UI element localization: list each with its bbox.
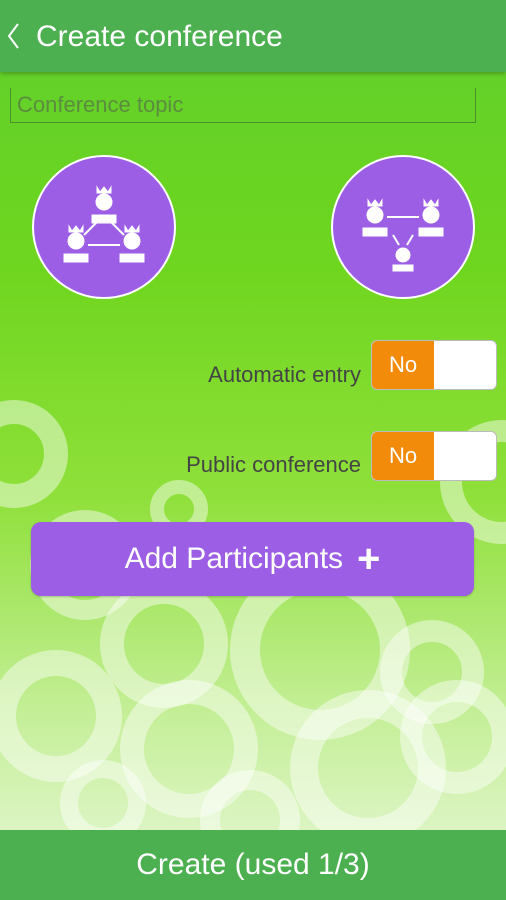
public-conference-toggle[interactable]: No: [371, 431, 497, 481]
group-conference-icon: [63, 185, 145, 263]
chevron-left-icon[interactable]: [6, 22, 20, 50]
top-bar: Create conference: [0, 0, 506, 72]
plus-icon: +: [357, 537, 381, 581]
create-button[interactable]: Create (used 1/3): [0, 830, 506, 900]
add-participants-label: Add Participants: [124, 542, 344, 575]
topic-field[interactable]: [10, 88, 487, 123]
page-title: Create conference: [36, 20, 283, 53]
broadcast-conference-button[interactable]: [331, 155, 475, 299]
topic-input[interactable]: [11, 88, 487, 122]
public-conference-value: No: [372, 432, 434, 480]
public-conference-label: Public conference: [186, 452, 361, 477]
create-label: Create (used 1/3): [136, 848, 370, 881]
automatic-entry-label: Automatic entry: [208, 362, 361, 387]
add-participants-button[interactable]: Add Participants +: [31, 522, 474, 596]
group-conference-button[interactable]: [32, 155, 176, 299]
automatic-entry-toggle[interactable]: No: [371, 340, 497, 390]
broadcast-conference-icon: [362, 198, 444, 272]
automatic-entry-value: No: [372, 341, 434, 389]
